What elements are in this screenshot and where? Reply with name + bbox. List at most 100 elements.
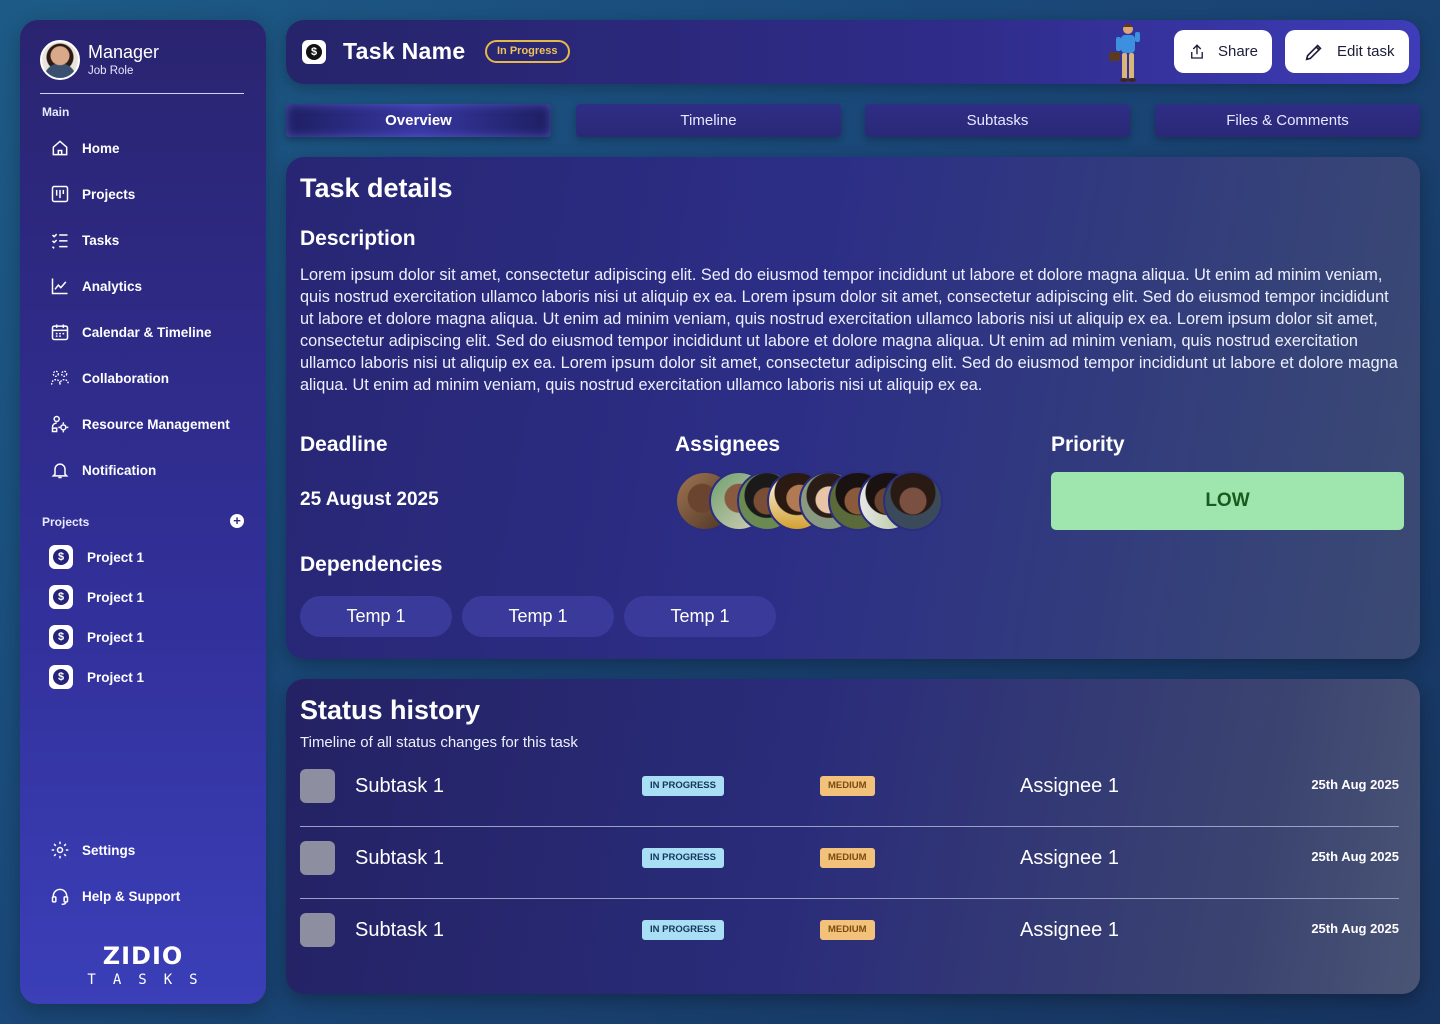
sidebar-project-item[interactable]: $ Project 1: [49, 665, 144, 689]
sidebar-item-calendar[interactable]: Calendar & Timeline: [50, 319, 212, 345]
bell-icon: [50, 460, 70, 480]
sidebar-item-label: Analytics: [82, 278, 143, 294]
project-label: Project 1: [87, 669, 145, 685]
sidebar-project-item[interactable]: $ Project 1: [49, 545, 144, 569]
sidebar-project-item[interactable]: $ Project 1: [49, 585, 144, 609]
gear-icon: [50, 840, 70, 860]
sidebar-item-projects[interactable]: Projects: [50, 181, 135, 207]
sidebar-item-label: Help & Support: [82, 888, 181, 904]
tab-overview[interactable]: Overview: [286, 104, 551, 137]
task-header: $ Task Name In Progress Share Edit task: [286, 20, 1420, 84]
subtask-name: Subtask 1: [355, 775, 444, 797]
row-checkbox[interactable]: [300, 769, 335, 803]
status-badge: IN PROGRESS: [642, 776, 724, 796]
row-checkbox[interactable]: [300, 913, 335, 947]
tab-files-comments[interactable]: Files & Comments: [1155, 104, 1420, 137]
edit-task-button[interactable]: Edit task: [1285, 30, 1409, 73]
calendar-icon: [50, 322, 70, 342]
sidebar-item-label: Resource Management: [82, 416, 230, 432]
dependency-chip[interactable]: Temp 1: [624, 596, 776, 637]
sidebar-item-label: Tasks: [82, 232, 120, 248]
sidebar-item-resource-management[interactable]: Resource Management: [50, 411, 230, 437]
priority-badge: MEDIUM: [820, 848, 875, 868]
brand-name: ZIDIO: [102, 942, 184, 970]
subtask-name: Subtask 1: [355, 847, 444, 869]
chart-line-icon: [50, 276, 70, 296]
table-row[interactable]: Subtask 1 IN PROGRESS MEDIUM Assignee 1 …: [300, 827, 1399, 899]
assignee-name: Assignee 1: [1020, 919, 1119, 941]
subtask-name: Subtask 1: [355, 919, 444, 941]
sidebar-item-tasks[interactable]: Tasks: [50, 227, 119, 253]
row-date: 25th Aug 2025: [1311, 777, 1399, 792]
assignees-label: Assignees: [675, 433, 781, 456]
avatar: [40, 40, 80, 80]
row-date: 25th Aug 2025: [1311, 849, 1399, 864]
assignee-name: Assignee 1: [1020, 775, 1119, 797]
mascot-illustration-icon: [1109, 23, 1140, 82]
brand-logo: ZIDIO TASKS: [20, 942, 266, 988]
tab-subtasks[interactable]: Subtasks: [865, 104, 1130, 137]
dependencies-label: Dependencies: [300, 553, 443, 576]
sidebar-item-label: Settings: [82, 842, 136, 858]
projects-section-label: Projects: [42, 515, 90, 529]
brand-subtitle: TASKS: [87, 972, 215, 988]
project-logo-icon: $: [49, 585, 73, 609]
sidebar-item-label: Notification: [82, 462, 157, 478]
profile-role: Job Role: [88, 65, 134, 77]
dependency-chip[interactable]: Temp 1: [462, 596, 614, 637]
priority-label: Priority: [1051, 433, 1125, 456]
pencil-icon: [1305, 43, 1322, 60]
status-badge: IN PROGRESS: [642, 920, 724, 940]
row-date: 25th Aug 2025: [1311, 921, 1399, 936]
page-title: Task Name: [343, 38, 466, 64]
home-icon: [50, 138, 70, 158]
sidebar-item-analytics[interactable]: Analytics: [50, 273, 142, 299]
status-badge: IN PROGRESS: [642, 848, 724, 868]
table-row[interactable]: Subtask 1 IN PROGRESS MEDIUM Assignee 1 …: [300, 899, 1399, 971]
avatar[interactable]: [883, 471, 943, 531]
add-project-button[interactable]: +: [230, 514, 244, 528]
task-details-title: Task details: [300, 173, 453, 203]
priority-badge: MEDIUM: [820, 776, 875, 796]
profile-name: Manager: [88, 42, 160, 62]
sidebar-item-home[interactable]: Home: [50, 135, 120, 161]
share-label: Share: [1217, 43, 1258, 60]
row-checkbox[interactable]: [300, 841, 335, 875]
sidebar-item-help[interactable]: Help & Support: [50, 883, 180, 909]
project-logo-icon: $: [49, 545, 73, 569]
project-logo-icon: $: [49, 625, 73, 649]
project-label: Project 1: [87, 589, 145, 605]
sidebar-item-collaboration[interactable]: Collaboration: [50, 365, 169, 391]
sidebar-item-label: Projects: [82, 186, 136, 202]
assignee-avatar-group[interactable]: [675, 471, 945, 531]
edit-label: Edit task: [1337, 43, 1395, 60]
sidebar-project-item[interactable]: $ Project 1: [49, 625, 144, 649]
user-profile[interactable]: Manager Job Role: [40, 40, 244, 94]
share-icon: [1191, 43, 1203, 59]
assignee-name: Assignee 1: [1020, 847, 1119, 869]
priority-value: LOW: [1051, 472, 1404, 530]
task-logo-icon: $: [302, 40, 326, 64]
sidebar-item-notification[interactable]: Notification: [50, 457, 156, 483]
headset-icon: [50, 886, 70, 906]
table-row[interactable]: Subtask 1 IN PROGRESS MEDIUM Assignee 1 …: [300, 755, 1399, 827]
project-logo-icon: $: [49, 665, 73, 689]
sidebar-item-label: Collaboration: [82, 370, 169, 386]
checklist-icon: [50, 230, 70, 250]
deadline-value: 25 August 2025: [300, 489, 439, 510]
resource-icon: [50, 414, 70, 434]
dependency-chip[interactable]: Temp 1: [300, 596, 452, 637]
tab-timeline[interactable]: Timeline: [576, 104, 841, 137]
task-details-card: Task details Description Lorem ipsum dol…: [286, 157, 1420, 659]
sidebar-item-label: Home: [82, 140, 120, 156]
description-label: Description: [300, 227, 416, 250]
status-history-card: Status history Timeline of all status ch…: [286, 679, 1420, 994]
sidebar-item-settings[interactable]: Settings: [50, 837, 135, 863]
kanban-icon: [50, 184, 70, 204]
status-history-subtitle: Timeline of all status changes for this …: [300, 734, 578, 751]
deadline-label: Deadline: [300, 433, 388, 456]
priority-badge: MEDIUM: [820, 920, 875, 940]
sidebar-item-label: Calendar & Timeline: [82, 324, 212, 340]
project-label: Project 1: [87, 629, 145, 645]
share-button[interactable]: Share: [1174, 30, 1272, 73]
